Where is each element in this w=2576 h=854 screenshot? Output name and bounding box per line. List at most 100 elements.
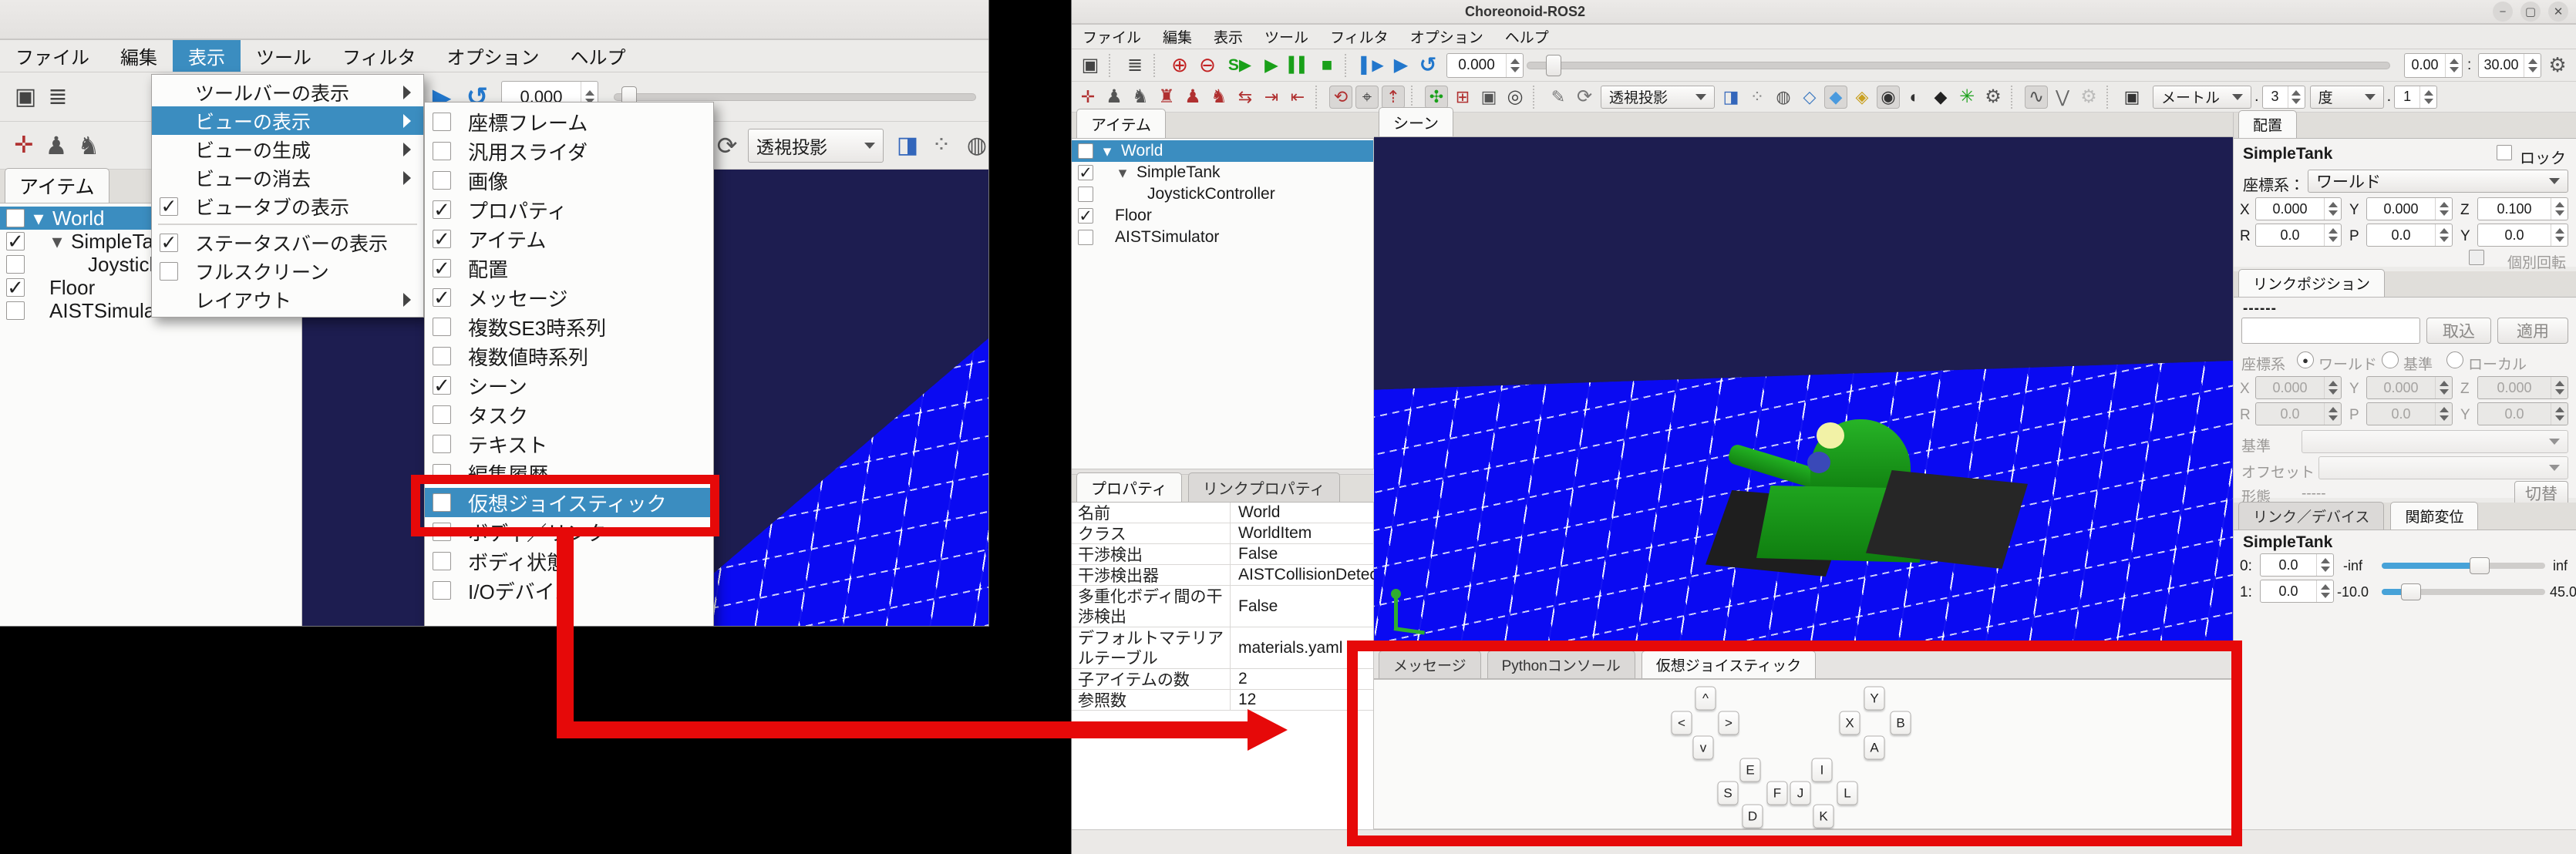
tree-row-floor[interactable]: ✓ Floor xyxy=(1072,205,1373,227)
angle-digits-arrows[interactable] xyxy=(2419,86,2436,108)
length-digits-spinbox[interactable]: 3 xyxy=(2262,86,2305,109)
joint-0-slider[interactable] xyxy=(2382,563,2545,569)
menu-item-fullscreen[interactable]: フルスクリーン xyxy=(152,257,423,285)
p-spinbox[interactable]: 0.0 xyxy=(2366,224,2453,247)
menu-checkbox[interactable]: ✓ xyxy=(433,376,451,395)
time-spinbox[interactable]: 0.000 xyxy=(1446,53,1524,78)
ros-publish-icon[interactable]: ⊕ xyxy=(1167,53,1192,78)
item-checkbox[interactable] xyxy=(1078,143,1093,159)
robot-store-pose-icon[interactable]: ♟ xyxy=(1181,86,1204,109)
scene-capture-icon[interactable]: ◨ xyxy=(1719,86,1743,109)
projection-select[interactable]: 透視投影 xyxy=(1601,86,1715,109)
tab-link-position[interactable]: リンクポジション xyxy=(2238,269,2385,297)
tree-row-simpletank[interactable]: ✓ ▾ SimpleTank xyxy=(1072,162,1373,183)
reload-item-icon[interactable]: ≣ xyxy=(43,83,72,111)
scene-edit-axis-icon[interactable]: ✛ xyxy=(9,132,39,160)
joint-0-slider-knob[interactable] xyxy=(2470,557,2490,574)
item-checkbox[interactable]: ✓ xyxy=(1078,165,1093,180)
item-checkbox[interactable] xyxy=(1078,187,1093,202)
playback-start-icon[interactable]: ▌▶ xyxy=(1359,53,1386,78)
tree-row-world[interactable]: ▾ World xyxy=(1072,140,1373,162)
joint-1-slider-knob[interactable] xyxy=(2401,583,2421,600)
robot-restore-pose-icon[interactable]: ♞ xyxy=(1207,86,1231,109)
time-slider-knob[interactable] xyxy=(1546,55,1561,76)
expander-icon[interactable]: ▾ xyxy=(1099,142,1115,161)
scene-edit-axis-icon[interactable]: ✛ xyxy=(1076,86,1099,109)
apply-button[interactable]: 適用 xyxy=(2497,318,2568,344)
menu-checkbox[interactable]: ✓ xyxy=(160,197,178,216)
r-spinbox[interactable]: 0.0 xyxy=(2255,224,2342,247)
radio-base[interactable] xyxy=(2382,351,2399,368)
tree-row-joystickcontroller[interactable]: JoystickController xyxy=(1072,183,1373,205)
camera-box-icon[interactable]: ▣ xyxy=(1477,86,1500,109)
menu-checkbox[interactable] xyxy=(433,142,451,160)
rotate-mode-icon[interactable]: ⟲ xyxy=(1329,86,1352,109)
tab-item[interactable]: アイテム xyxy=(1076,109,1166,138)
link-name-field[interactable] xyxy=(2241,318,2420,344)
expander-icon[interactable]: ▾ xyxy=(49,230,65,254)
start-simulation-icon[interactable]: S▶ xyxy=(1223,53,1257,78)
camera-capture-icon[interactable]: ▣ xyxy=(2120,86,2143,109)
menu-item-status-bar[interactable]: ✓ ステータスバーの表示 xyxy=(152,228,423,257)
menu-tools[interactable]: ツール xyxy=(1254,25,1319,49)
maximize-button[interactable]: ▢ xyxy=(2520,2,2541,22)
robot-pose-icon-1[interactable]: ♟ xyxy=(1103,86,1126,109)
stop-simulation-icon[interactable]: ■ xyxy=(1315,53,1339,78)
submenu-item-generic-slider[interactable]: 汎用スライダ xyxy=(425,136,713,166)
point-cloud-icon[interactable]: ⁘ xyxy=(927,132,956,160)
menu-checkbox[interactable]: ✓ xyxy=(433,288,451,307)
submenu-item-task[interactable]: タスク xyxy=(425,400,713,429)
time-slider[interactable] xyxy=(614,93,976,101)
menu-checkbox[interactable]: ✓ xyxy=(160,234,178,252)
joint-1-slider[interactable] xyxy=(2382,589,2545,595)
menu-checkbox[interactable] xyxy=(433,435,451,453)
trajectory-icon[interactable]: ⋁ xyxy=(2051,86,2074,109)
submenu-item-property[interactable]: ✓プロパティ xyxy=(425,195,713,224)
menu-checkbox[interactable] xyxy=(433,318,451,336)
angle-unit-select[interactable]: 度 xyxy=(2310,86,2384,109)
individual-rotation-checkbox[interactable] xyxy=(2469,250,2484,265)
range-start-spinbox[interactable]: 0.00 xyxy=(2404,53,2463,78)
shadow-cube-icon[interactable]: ◆ xyxy=(1929,86,1952,109)
robot-pose-icon-2[interactable]: ♞ xyxy=(1129,86,1152,109)
waveform-icon[interactable]: ∿ xyxy=(2025,86,2048,109)
x-spinbox[interactable]: 0.000 xyxy=(2255,197,2342,220)
yaw-spinbox[interactable]: 0.0 xyxy=(2477,224,2568,247)
menu-item-layout[interactable]: レイアウト xyxy=(152,285,423,314)
menu-checkbox[interactable] xyxy=(433,552,451,570)
fetch-button[interactable]: 取込 xyxy=(2426,318,2491,344)
radio-local[interactable] xyxy=(2446,351,2463,368)
joint-slider-icon[interactable]: ⌖ xyxy=(1355,86,1379,109)
reset-time-icon[interactable]: ↺ xyxy=(1416,53,1440,78)
view-rotate-icon[interactable]: ⟳ xyxy=(1573,86,1596,109)
menu-file[interactable]: ファイル xyxy=(0,40,105,72)
menu-edit[interactable]: 編集 xyxy=(1152,25,1203,49)
menu-checkbox[interactable] xyxy=(433,347,451,365)
submenu-item-message[interactable]: ✓メッセージ xyxy=(425,283,713,312)
menu-edit[interactable]: 編集 xyxy=(105,40,173,72)
reload-item-icon[interactable]: ≣ xyxy=(1123,53,1147,78)
translate-mode-icon[interactable]: ⇡ xyxy=(1382,86,1405,109)
minimize-button[interactable]: − xyxy=(2493,2,2513,22)
menu-help[interactable]: ヘルプ xyxy=(555,40,641,72)
solid-cube-icon[interactable]: ◆ xyxy=(1824,86,1847,109)
menu-checkbox[interactable] xyxy=(160,262,178,281)
menu-options[interactable]: オプション xyxy=(1399,25,1494,49)
item-checkbox[interactable] xyxy=(6,209,25,227)
item-checkbox[interactable]: ✓ xyxy=(6,278,25,297)
submenu-item-image[interactable]: 画像 xyxy=(425,166,713,195)
menu-tools[interactable]: ツール xyxy=(241,40,327,72)
length-digits-arrows[interactable] xyxy=(2288,86,2305,108)
menu-checkbox[interactable] xyxy=(433,171,451,190)
expander-icon[interactable]: ▾ xyxy=(31,207,46,230)
menu-options[interactable]: オプション xyxy=(432,40,555,72)
menu-checkbox[interactable] xyxy=(433,581,451,600)
time-spin-arrows[interactable] xyxy=(1506,54,1523,77)
submenu-item-text[interactable]: テキスト xyxy=(425,429,713,459)
item-checkbox[interactable] xyxy=(1078,230,1093,245)
menu-checkbox[interactable]: ✓ xyxy=(433,259,451,277)
menu-item-toolbar-display[interactable]: ツールバーの表示 xyxy=(152,78,423,106)
menu-item-view-create[interactable]: ビューの生成 xyxy=(152,135,423,163)
expander-icon[interactable]: ▾ xyxy=(1115,163,1130,183)
highlight-star-icon[interactable]: ✳ xyxy=(1955,86,1978,109)
